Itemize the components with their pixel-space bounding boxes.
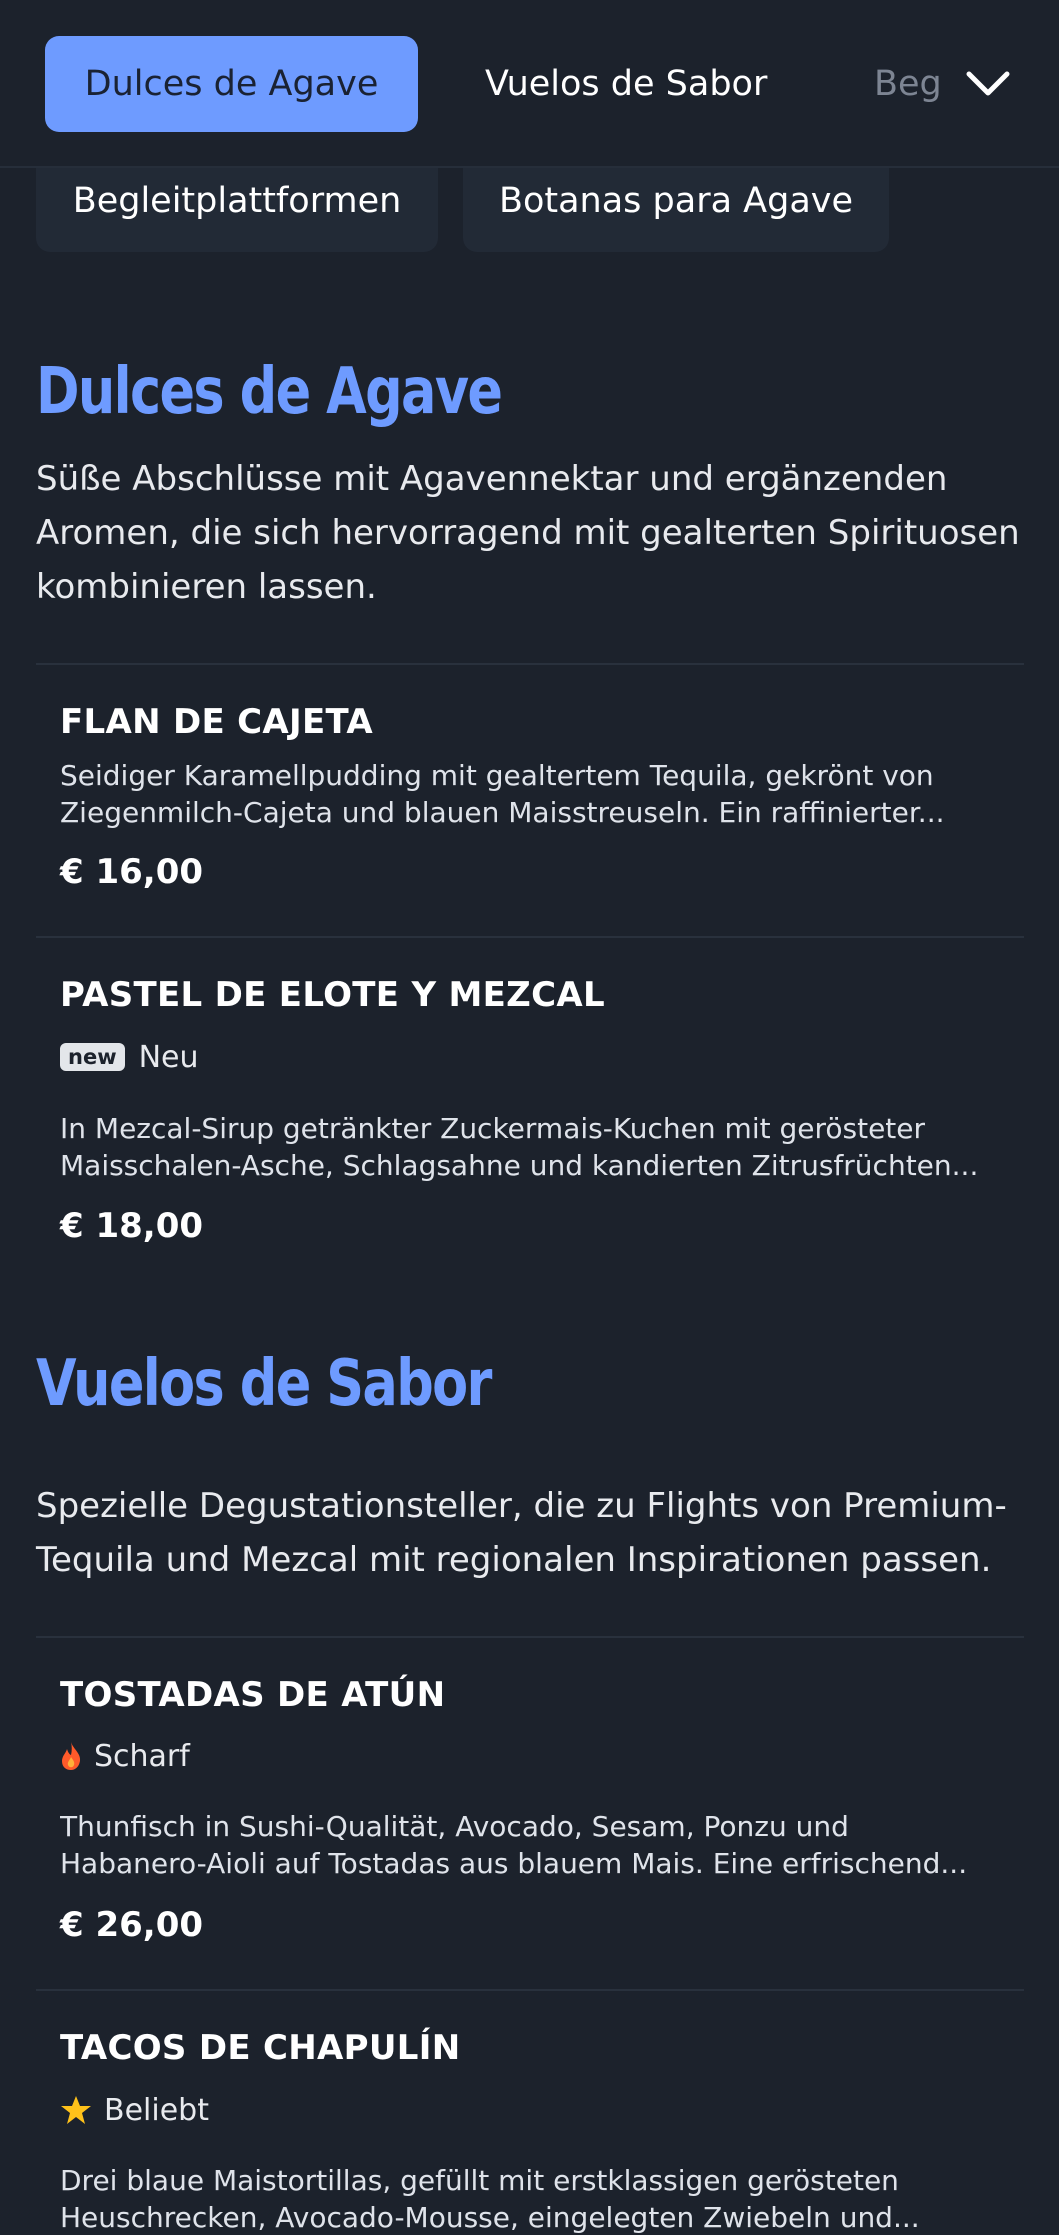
flame-icon — [60, 1741, 82, 1771]
section-description: Spezielle Degustationsteller, die zu Fli… — [36, 1486, 1007, 1580]
menu-page: Dulces de Agave Vuelos de Sabor Begleitp… — [0, 0, 1059, 2235]
section-title: Dulces de Agave — [36, 355, 503, 429]
badge-label: Beliebt — [104, 2092, 209, 2128]
item-description-line: Heuschrecken, Avocado-Mousse, eingelegte… — [60, 2201, 920, 2234]
divider — [36, 663, 1024, 665]
item-price: € 26,00 — [60, 1905, 204, 1945]
item-description: Drei blaue Maistortillas, gefüllt mit er… — [60, 2162, 1020, 2235]
tab-vuelos-de-sabor[interactable]: Vuelos de Sabor — [485, 36, 767, 132]
item-name: PASTEL DE ELOTE Y MEZCAL — [60, 975, 605, 1015]
item-description-line: Maisschalen-Asche, Schlagsahne und kandi… — [60, 1149, 979, 1182]
item-description-line: Drei blaue Maistortillas, gefüllt mit er… — [60, 2164, 899, 2197]
item-price: € 16,00 — [60, 852, 204, 892]
chevron-down-icon[interactable] — [960, 56, 1016, 112]
item-description-line: Seidiger Karamellpudding mit gealtertem … — [60, 759, 934, 792]
section-title: Vuelos de Sabor — [36, 1347, 492, 1421]
item-description: Seidiger Karamellpudding mit gealtertem … — [60, 757, 1020, 831]
section-description: Süße Abschlüsse mit Agavennektar und erg… — [36, 459, 1020, 607]
item-price: € 18,00 — [60, 1206, 204, 1246]
item-name: TACOS DE CHAPULÍN — [60, 2028, 461, 2068]
new-badge: new — [60, 1043, 125, 1071]
item-badge: Beliebt — [60, 2090, 209, 2130]
tab-begleitplattformen[interactable]: Begleitplattformen — [874, 36, 942, 132]
item-name: TOSTADAS DE ATÚN — [60, 1675, 446, 1715]
item-name: FLAN DE CAJETA — [60, 702, 373, 742]
item-description-line: Habanero-Aioli auf Tostadas aus blauem M… — [60, 1847, 968, 1880]
item-badge: new Neu — [60, 1037, 199, 1077]
star-icon — [60, 2095, 92, 2125]
item-badge: Scharf — [60, 1736, 190, 1776]
item-description-line: Thunfisch in Sushi-Qualität, Avocado, Se… — [60, 1810, 849, 1843]
divider — [36, 936, 1024, 938]
item-description: Thunfisch in Sushi-Qualität, Avocado, Se… — [60, 1808, 1020, 1882]
divider — [36, 1636, 1024, 1638]
badge-label: Scharf — [94, 1738, 190, 1774]
badge-label: Neu — [138, 1039, 199, 1075]
category-tab-bar: Dulces de Agave Vuelos de Sabor Begleitp… — [0, 0, 1059, 168]
item-description: In Mezcal-Sirup getränkter Zuckermais-Ku… — [60, 1110, 1020, 1184]
item-description-line: In Mezcal-Sirup getränkter Zuckermais-Ku… — [60, 1112, 926, 1145]
tab-dulces-de-agave[interactable]: Dulces de Agave — [45, 36, 418, 132]
item-description-line: Ziegenmilch-Cajeta und blauen Maisstreus… — [60, 796, 945, 829]
divider — [36, 1989, 1024, 1991]
